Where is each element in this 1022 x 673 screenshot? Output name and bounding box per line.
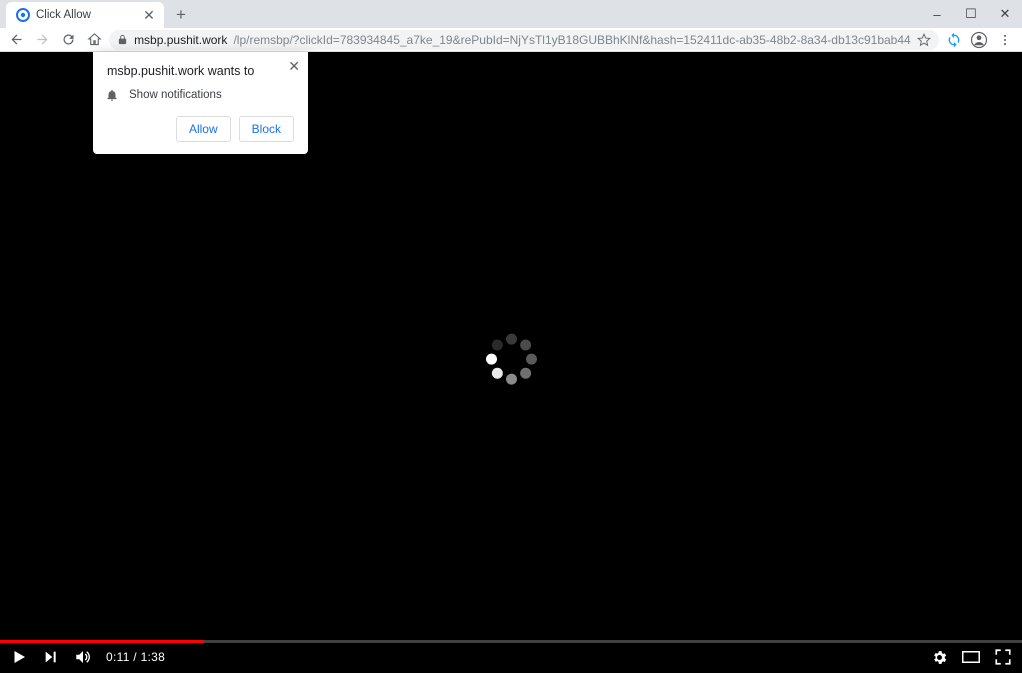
tab-title: Click Allow [36, 9, 136, 21]
nav-reload-button[interactable] [58, 29, 80, 51]
permission-item-label: Show notifications [129, 89, 222, 101]
volume-button[interactable] [74, 648, 92, 666]
video-duration: 1:38 [141, 650, 166, 664]
browser-tab[interactable]: Click Allow ✕ [6, 2, 164, 28]
window-controls: – ☐ ✕ [920, 0, 1022, 28]
bookmark-star-icon[interactable] [917, 33, 931, 47]
window-minimize-button[interactable]: – [920, 0, 954, 28]
extension-sync-icon[interactable] [943, 29, 965, 51]
window-maximize-button[interactable]: ☐ [954, 0, 988, 28]
nav-forward-button[interactable] [32, 29, 54, 51]
address-bar[interactable]: msbp.pushit.work/lp/remsbp/?clickId=7839… [109, 30, 939, 50]
permission-allow-button[interactable]: Allow [176, 116, 231, 142]
permission-block-button[interactable]: Block [239, 116, 294, 142]
nav-back-button[interactable] [6, 29, 28, 51]
url-path: /lp/remsbp/?clickId=783934845_a7ke_19&re… [233, 33, 910, 47]
newtab-button[interactable]: + [168, 2, 194, 28]
next-button[interactable] [42, 648, 60, 666]
video-controls: 0:11 / 1:38 [0, 641, 1022, 673]
theater-mode-icon[interactable] [962, 648, 980, 666]
browser-toolbar: msbp.pushit.work/lp/remsbp/?clickId=7839… [0, 28, 1022, 52]
permission-item: Show notifications [105, 88, 294, 102]
profile-avatar-icon[interactable] [968, 29, 990, 51]
browser-titlebar: Click Allow ✕ + – ☐ ✕ [0, 0, 1022, 28]
tab-favicon-icon [16, 8, 30, 22]
fullscreen-icon[interactable] [994, 648, 1012, 666]
nav-home-button[interactable] [83, 29, 105, 51]
video-time: 0:11 / 1:38 [106, 650, 165, 664]
url-host: msbp.pushit.work [134, 33, 227, 47]
notification-permission-prompt: ✕ msbp.pushit.work wants to Show notific… [93, 52, 308, 154]
settings-gear-icon[interactable] [930, 648, 948, 666]
video-current-time: 0:11 [106, 650, 130, 664]
window-close-button[interactable]: ✕ [988, 0, 1022, 28]
loading-spinner-icon [483, 331, 539, 387]
play-button[interactable] [10, 648, 28, 666]
lock-icon [117, 34, 128, 45]
tab-close-button[interactable]: ✕ [142, 8, 156, 22]
permission-title: msbp.pushit.work wants to [107, 64, 294, 78]
browser-menu-button[interactable] [994, 29, 1016, 51]
permission-close-button[interactable]: ✕ [288, 58, 300, 75]
bell-icon [105, 88, 119, 102]
